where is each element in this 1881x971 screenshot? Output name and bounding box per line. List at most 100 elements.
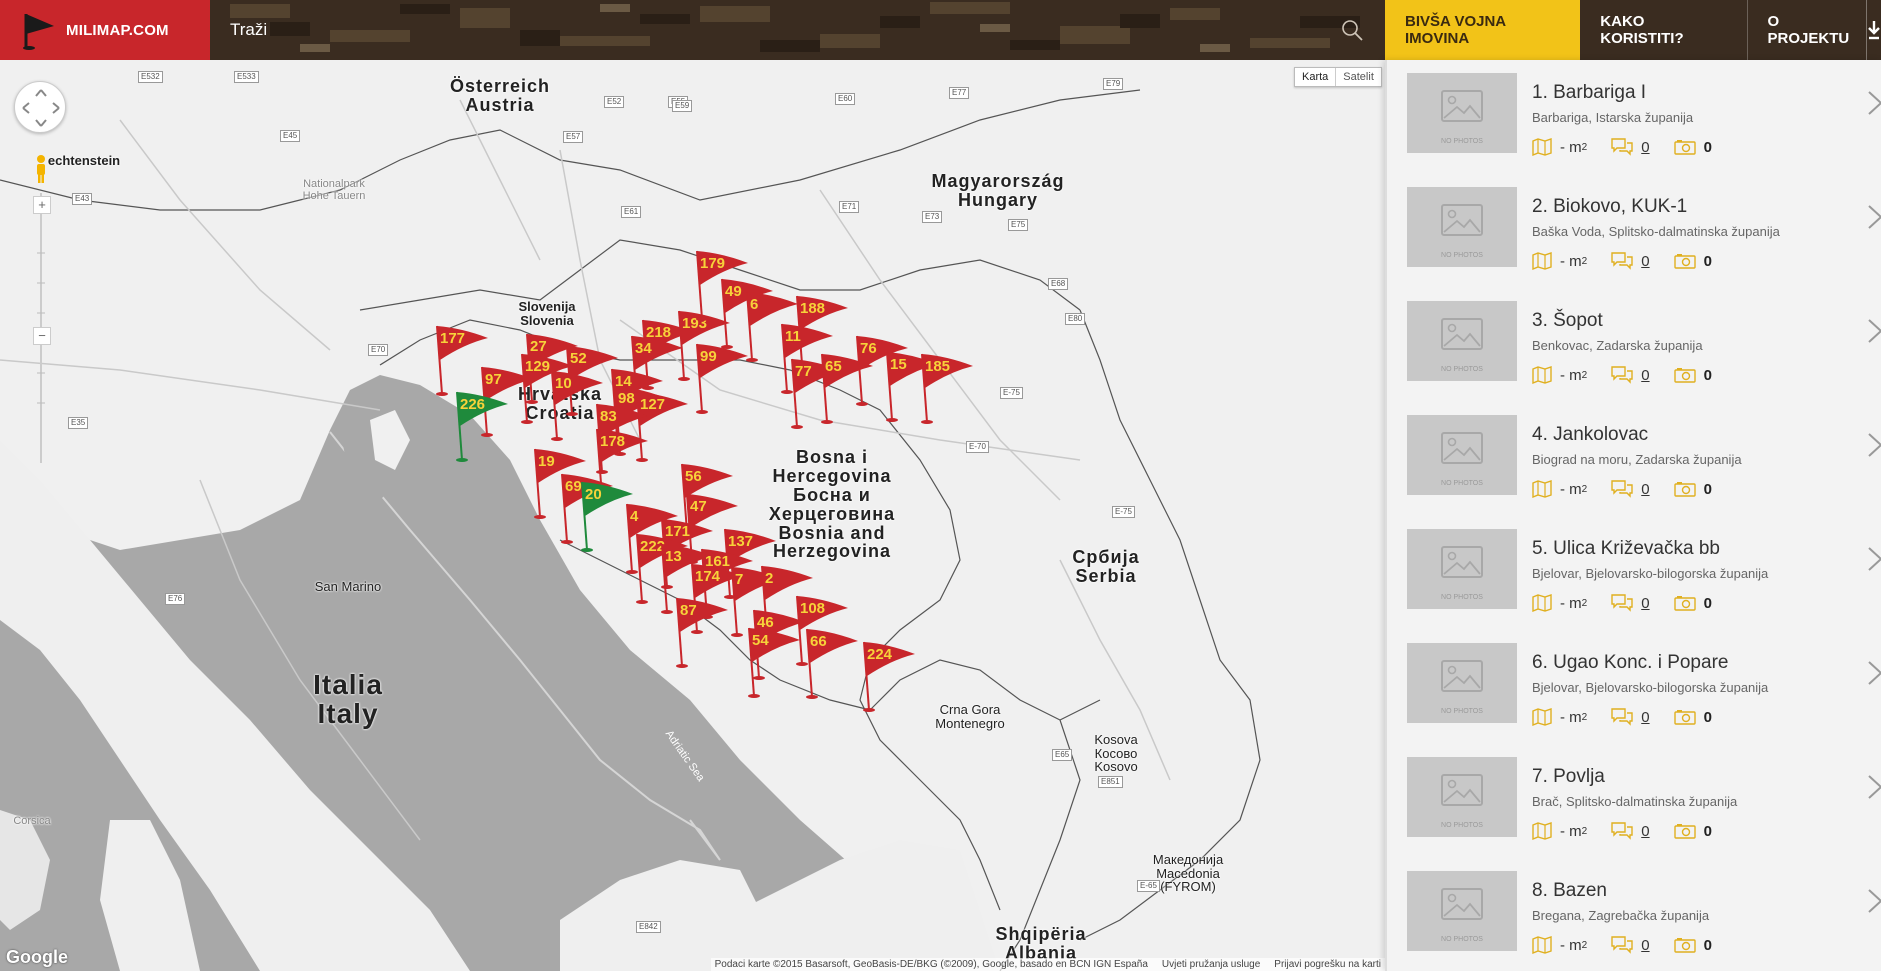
marker-number: 65 <box>825 358 842 375</box>
thumbnail-placeholder[interactable]: NO PHOTOS <box>1407 301 1517 381</box>
property-location: Biograd na moru, Zadarska županija <box>1532 452 1742 467</box>
list-item[interactable]: NO PHOTOS 2. Biokovo, KUK-1 Baška Voda, … <box>1387 174 1881 288</box>
download-icon <box>1868 21 1880 40</box>
logo[interactable]: MILIMAP.COM <box>0 0 210 60</box>
map-marker[interactable]: 226 <box>450 388 520 463</box>
area-stat: - m2 <box>1532 480 1587 498</box>
road-shield: E59 <box>672 100 693 112</box>
chevron-right-icon[interactable] <box>1867 88 1881 118</box>
thumbnail-placeholder[interactable]: NO PHOTOS <box>1407 187 1517 267</box>
map-marker[interactable]: 224 <box>857 638 927 713</box>
area-value: - m <box>1560 138 1582 156</box>
chevron-right-icon[interactable] <box>1867 430 1881 460</box>
search-icon[interactable] <box>1340 18 1364 42</box>
list-item[interactable]: NO PHOTOS 7. Povlja Brač, Splitsko-dalma… <box>1387 744 1881 858</box>
property-location: Barbariga, Istarska županija <box>1532 110 1694 125</box>
marker-number: 87 <box>680 602 697 619</box>
nav-about-project[interactable]: O PROJEKTU <box>1746 0 1881 60</box>
zoom-out-button[interactable]: − <box>33 327 51 345</box>
map[interactable]: Österreich Austria Magyarország Hungary Sl… <box>0 60 1385 971</box>
thumbnail-placeholder[interactable]: NO PHOTOS <box>1407 757 1517 837</box>
marker-number: 2 <box>765 570 774 587</box>
chevron-right-icon[interactable] <box>1867 886 1881 916</box>
photos-count: 0 <box>1703 480 1712 498</box>
comments-count[interactable]: 0 <box>1641 595 1649 612</box>
property-stats: - m2 0 0 <box>1532 822 1736 840</box>
property-title[interactable]: 4. Jankolovac <box>1532 424 1648 446</box>
comments-count[interactable]: 0 <box>1641 139 1649 156</box>
comments-count[interactable]: 0 <box>1641 367 1649 384</box>
road-shield: E76 <box>165 593 186 605</box>
property-title[interactable]: 5. Ulica Križevačka bb <box>1532 538 1720 560</box>
map-marker[interactable]: 185 <box>915 350 985 425</box>
comments-stat[interactable]: 0 <box>1611 366 1650 384</box>
chevron-right-icon[interactable] <box>1867 544 1881 574</box>
photos-stat: 0 <box>1673 709 1712 726</box>
property-title[interactable]: 7. Povlja <box>1532 766 1605 788</box>
map-area-icon <box>1532 138 1552 156</box>
property-stats: - m2 0 0 <box>1532 936 1736 954</box>
comments-stat[interactable]: 0 <box>1611 594 1650 612</box>
download-button[interactable] <box>1866 0 1881 60</box>
list-item[interactable]: NO PHOTOS 8. Bazen Bregana, Zagrebačka ž… <box>1387 858 1881 971</box>
area-value: - m <box>1560 252 1582 270</box>
property-title[interactable]: 6. Ugao Konc. i Popare <box>1532 652 1728 674</box>
comments-count[interactable]: 0 <box>1641 709 1649 726</box>
map-type-karta-button[interactable]: Karta <box>1295 68 1335 86</box>
photos-count: 0 <box>1703 594 1712 612</box>
chevron-right-icon[interactable] <box>1867 772 1881 802</box>
road-shield: E-70 <box>966 441 989 453</box>
no-photos-label: NO PHOTOS <box>1441 594 1483 601</box>
comments-count[interactable]: 0 <box>1641 937 1649 954</box>
list-item[interactable]: NO PHOTOS 6. Ugao Konc. i Popare Bjelova… <box>1387 630 1881 744</box>
thumbnail-placeholder[interactable]: NO PHOTOS <box>1407 73 1517 153</box>
chevron-right-icon[interactable] <box>1867 658 1881 688</box>
list-item[interactable]: NO PHOTOS 4. Jankolovac Biograd na moru,… <box>1387 402 1881 516</box>
terms-link[interactable]: Uvjeti pružanja usluge <box>1162 959 1260 970</box>
zoom-in-button[interactable]: + <box>33 196 51 214</box>
road-shield: E851 <box>1098 776 1123 788</box>
marker-number: 19 <box>538 453 555 470</box>
comments-stat[interactable]: 0 <box>1611 708 1650 726</box>
list-item[interactable]: NO PHOTOS 1. Barbariga I Barbariga, Ista… <box>1387 60 1881 174</box>
comments-stat[interactable]: 0 <box>1611 480 1650 498</box>
pan-control[interactable] <box>14 81 66 133</box>
property-title[interactable]: 3. Šopot <box>1532 310 1603 332</box>
property-title[interactable]: 1. Barbariga I <box>1532 82 1646 104</box>
map-area-icon <box>1532 480 1552 498</box>
pegman-icon[interactable] <box>33 154 49 184</box>
map-type-satelit-button[interactable]: Satelit <box>1335 68 1381 86</box>
road-shield: E68 <box>1048 278 1069 290</box>
comments-stat[interactable]: 0 <box>1611 138 1650 156</box>
thumbnail-placeholder[interactable]: NO PHOTOS <box>1407 871 1517 951</box>
property-title[interactable]: 2. Biokovo, KUK-1 <box>1532 196 1687 218</box>
search-input[interactable] <box>230 14 1310 46</box>
photos-count: 0 <box>1703 252 1712 270</box>
nav-how-to-use[interactable]: KAKO KORISTITI? <box>1580 0 1746 60</box>
comments-count[interactable]: 0 <box>1641 823 1649 840</box>
list-item[interactable]: NO PHOTOS 3. Šopot Benkovac, Zadarska žu… <box>1387 288 1881 402</box>
nav-former-military-property[interactable]: BIVŠA VOJNA IMOVINA <box>1385 0 1581 60</box>
comments-stat[interactable]: 0 <box>1611 252 1650 270</box>
list-item[interactable]: NO PHOTOS 5. Ulica Križevačka bb Bjelova… <box>1387 516 1881 630</box>
comments-count[interactable]: 0 <box>1641 481 1649 498</box>
comments-count[interactable]: 0 <box>1641 253 1649 270</box>
map-marker[interactable]: 99 <box>690 340 760 415</box>
comments-stat[interactable]: 0 <box>1611 822 1650 840</box>
report-error-link[interactable]: Prijavi pogrešku na karti <box>1274 959 1381 970</box>
camera-icon <box>1673 710 1696 725</box>
thumbnail-placeholder[interactable]: NO PHOTOS <box>1407 643 1517 723</box>
property-title[interactable]: 8. Bazen <box>1532 880 1607 902</box>
chevron-right-icon[interactable] <box>1867 202 1881 232</box>
comments-stat[interactable]: 0 <box>1611 936 1650 954</box>
google-logo: Google <box>6 947 68 967</box>
chevron-right-icon[interactable] <box>1867 316 1881 346</box>
map-label-nationalpark: Nationalpark Hohe Tauern <box>302 178 366 202</box>
thumbnail-placeholder[interactable]: NO PHOTOS <box>1407 415 1517 495</box>
thumbnail-placeholder[interactable]: NO PHOTOS <box>1407 529 1517 609</box>
comments-icon <box>1611 138 1633 156</box>
photos-count: 0 <box>1703 366 1712 384</box>
map-marker[interactable]: 87 <box>670 594 740 669</box>
road-shield: E52 <box>604 96 625 108</box>
property-stats: - m2 0 0 <box>1532 366 1736 384</box>
